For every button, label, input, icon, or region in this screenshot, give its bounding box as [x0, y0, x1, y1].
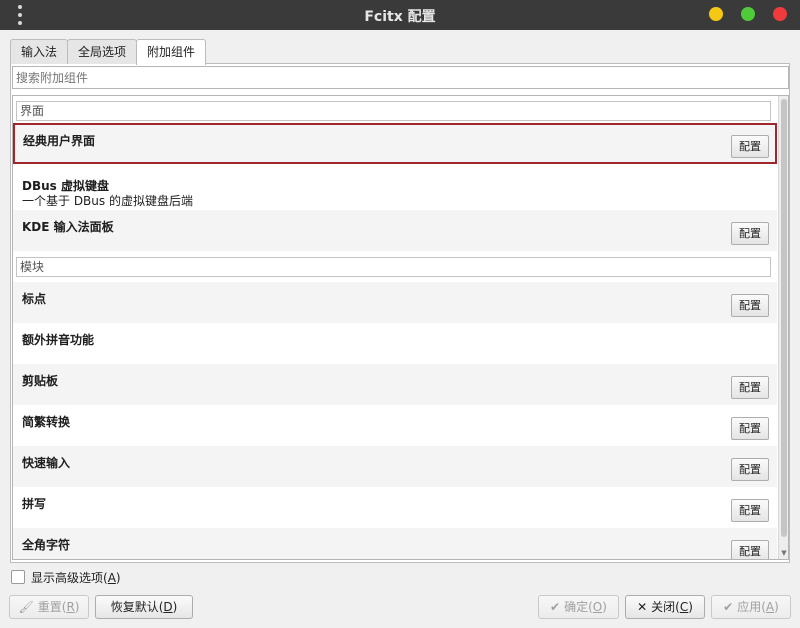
search-input[interactable] — [12, 66, 789, 89]
configure-button[interactable]: 配置 — [731, 540, 769, 559]
ok-button[interactable]: ✔ 确定(O) — [538, 595, 619, 619]
tab-input-method[interactable]: 输入法 — [10, 39, 69, 64]
close-button[interactable]: ✕ 关闭(C) — [625, 595, 705, 619]
brush-icon: 🖌 — [18, 600, 34, 614]
addon-title: 额外拼音功能 — [22, 333, 95, 347]
show-advanced-label[interactable]: 显示高级选项(A) — [31, 569, 121, 586]
configure-button[interactable]: 配置 — [731, 294, 769, 317]
restore-defaults-button[interactable]: 恢复默认(D) — [95, 595, 193, 619]
addon-title: KDE 输入法面板 — [22, 220, 114, 234]
addon-row-dbus-vkb[interactable]: DBus 虚拟键盘 一个基于 DBus 的虚拟键盘后端 — [13, 169, 777, 210]
scroll-down-arrow-icon[interactable]: ▼ — [780, 549, 788, 557]
apply-button[interactable]: ✔ 应用(A) — [711, 595, 791, 619]
addon-title: 全角字符 — [22, 538, 71, 552]
group-header-modules: 模块 — [16, 257, 771, 277]
addon-list: 界面 经典用户界面 配置 DBus 虚拟键盘 一个基于 DBus 的虚拟键盘后端… — [12, 95, 789, 560]
scroll-thumb[interactable] — [781, 99, 787, 537]
addon-row-pinyin-extra[interactable]: 额外拼音功能 — [13, 323, 777, 364]
addon-row-fullwidth[interactable]: 全角字符 配置 — [13, 528, 777, 559]
addon-title: 标点 — [22, 292, 47, 306]
check-icon: ✔ — [550, 600, 561, 614]
group-header-ui: 界面 — [16, 101, 771, 121]
title-bar: Fcitx 配置 — [0, 0, 800, 30]
configure-button[interactable]: 配置 — [731, 135, 769, 158]
show-advanced-checkbox[interactable] — [11, 570, 25, 584]
addon-row-spell[interactable]: 拼写 配置 — [13, 487, 777, 528]
minimize-button[interactable] — [709, 7, 723, 21]
addon-title: 经典用户界面 — [23, 134, 96, 148]
tab-addons[interactable]: 附加组件 — [136, 39, 207, 65]
addon-row-clipboard[interactable]: 剪贴板 配置 — [13, 364, 777, 405]
reset-button[interactable]: 🖌 重置(R) — [9, 595, 89, 619]
addon-title: 拼写 — [22, 497, 47, 511]
tab-global-options[interactable]: 全局选项 — [67, 39, 138, 64]
tab-bar: 输入法 全局选项 附加组件 — [10, 39, 207, 65]
vertical-scrollbar[interactable]: ▼ — [778, 96, 788, 559]
addon-title: 剪贴板 — [22, 374, 59, 388]
configure-button[interactable]: 配置 — [731, 222, 769, 245]
addon-row-quickphrase[interactable]: 快速输入 配置 — [13, 446, 777, 487]
configure-button[interactable]: 配置 — [731, 499, 769, 522]
configure-button[interactable]: 配置 — [731, 458, 769, 481]
addon-title: 简繁转换 — [22, 415, 71, 429]
check-icon: ✔ — [723, 600, 734, 614]
addon-row-classic-ui[interactable]: 经典用户界面 配置 — [13, 123, 777, 164]
show-advanced-option[interactable]: 显示高级选项(A) — [11, 569, 121, 585]
addon-description: 一个基于 DBus 的虚拟键盘后端 — [22, 194, 193, 208]
window-title: Fcitx 配置 — [364, 9, 436, 25]
addon-row-punctuation[interactable]: 标点 配置 — [13, 282, 777, 323]
addon-row-chttrans[interactable]: 简繁转换 配置 — [13, 405, 777, 446]
maximize-button[interactable] — [741, 7, 755, 21]
x-icon: ✕ — [637, 600, 648, 614]
configure-button[interactable]: 配置 — [731, 376, 769, 399]
addon-title: 快速输入 — [22, 456, 71, 470]
configure-button[interactable]: 配置 — [731, 417, 769, 440]
addon-row-kde-panel[interactable]: KDE 输入法面板 配置 — [13, 210, 777, 251]
close-window-button[interactable] — [773, 7, 787, 21]
